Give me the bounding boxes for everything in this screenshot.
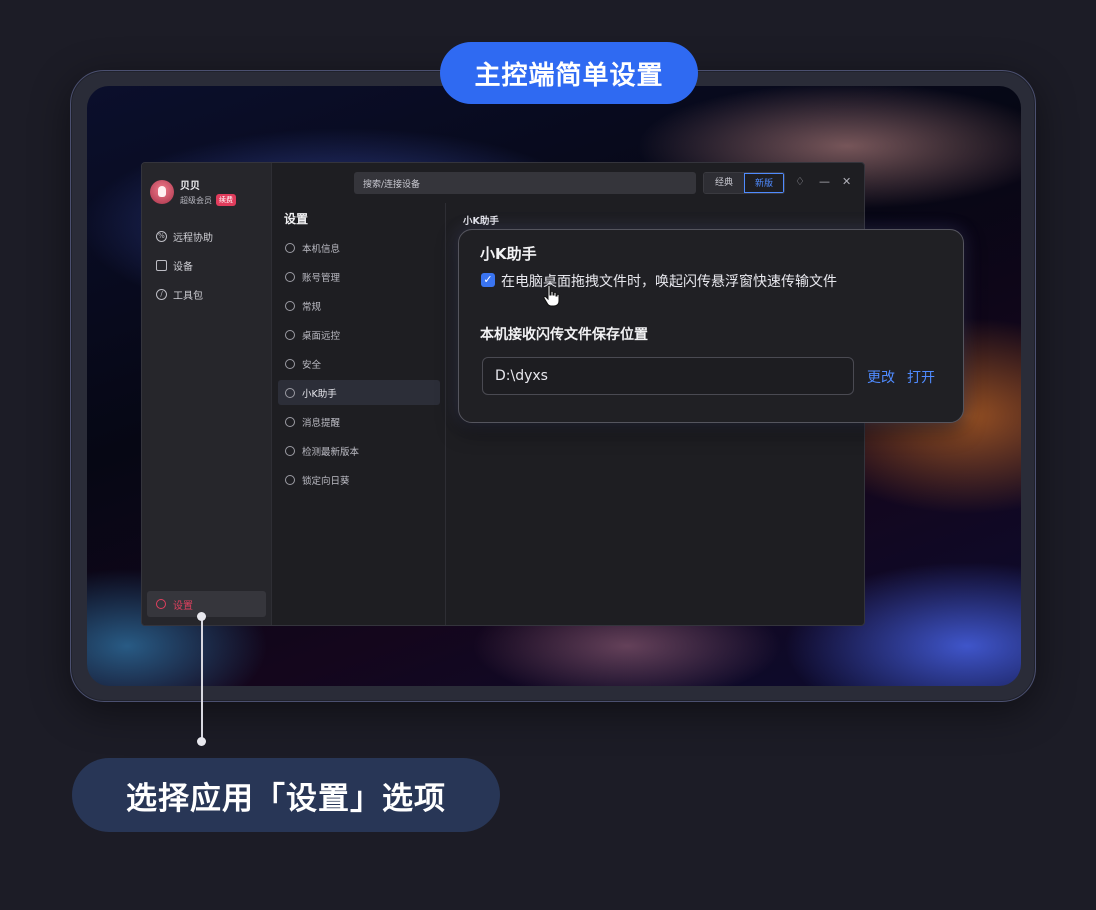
monitor-icon [156, 260, 167, 271]
caption-pill: 选择应用「设置」选项 [72, 758, 500, 832]
settings-item-lock[interactable]: 锁定向日葵 [278, 467, 440, 492]
open-button[interactable]: 打开 [907, 367, 935, 387]
lock-icon [285, 474, 295, 485]
sidebar-item-devices[interactable]: 设备 [156, 258, 193, 273]
sidebar-item-label: 设置 [173, 600, 193, 612]
settings-item-general[interactable]: 常规 [278, 293, 440, 318]
shield-icon [285, 358, 295, 369]
callout-line [201, 616, 203, 742]
sidebar-item-label: 远程协助 [173, 233, 213, 244]
message-icon [285, 416, 295, 427]
bell-icon[interactable]: ♢ [795, 176, 805, 188]
user-name: 贝贝 [180, 181, 200, 192]
gear-icon [156, 599, 166, 609]
avatar[interactable] [150, 179, 174, 204]
renew-badge[interactable]: 续费 [216, 194, 236, 206]
settings-item-device-info[interactable]: 本机信息 [278, 235, 440, 260]
settings-item-label: 桌面远控 [302, 330, 341, 342]
refresh-icon [285, 445, 295, 456]
hand-cursor-icon [543, 284, 560, 307]
settings-item-check-update[interactable]: 检测最新版本 [278, 438, 440, 463]
compass-icon: / [156, 289, 167, 300]
sidebar-item-label: 设备 [173, 262, 193, 273]
sidebar-item-settings[interactable]: 设置 [147, 591, 266, 617]
robot-icon [285, 387, 295, 398]
settings-item-security[interactable]: 安全 [278, 351, 440, 376]
user-profile[interactable]: 贝贝 超级会员 续费 [150, 177, 236, 206]
sidebar-item-toolkit[interactable]: / 工具包 [156, 287, 203, 302]
user-icon [285, 271, 295, 282]
k-assistant-card: 小K助手 ✓ 在电脑桌面拖拽文件时，唤起闪传悬浮窗快速传输文件 本机接收闪传文件… [458, 229, 964, 423]
settings-list-title: 设置 [284, 212, 309, 226]
settings-item-label: 锁定向日葵 [302, 475, 350, 487]
cube-icon [285, 300, 295, 311]
callout-dot-top [197, 612, 206, 621]
settings-item-label: 账号管理 [302, 272, 341, 284]
save-path-field[interactable]: D:\dyxs [482, 357, 854, 395]
card-title: 小K助手 [480, 245, 537, 263]
mode-switch: 经典 新版 [703, 172, 785, 194]
settings-item-label: 检测最新版本 [302, 446, 360, 458]
callout-dot-bottom [197, 737, 206, 746]
content-title: 小K助手 [463, 216, 499, 227]
settings-item-account[interactable]: 账号管理 [278, 264, 440, 289]
settings-item-label: 安全 [302, 359, 322, 371]
settings-list: 设置 本机信息 账号管理 常规 桌面远控 安全 小K助手 消息提醒 检测最新版本… [273, 203, 446, 625]
settings-item-label: 消息提醒 [302, 417, 341, 429]
sidebar-item-remote-assist[interactable]: % 远程协助 [156, 229, 213, 244]
change-button[interactable]: 更改 [867, 367, 895, 387]
close-icon[interactable]: ✕ [842, 176, 851, 188]
title-pill: 主控端简单设置 [440, 42, 698, 104]
settings-item-notifications[interactable]: 消息提醒 [278, 409, 440, 434]
mode-new-tab[interactable]: 新版 [744, 173, 784, 193]
sidebar: 贝贝 超级会员 续费 % 远程协助 设备 / 工具包 设置 [142, 163, 272, 625]
search-input[interactable]: 搜索/连接设备 [354, 172, 696, 194]
membership-label: 超级会员 [180, 195, 212, 205]
settings-item-label: 本机信息 [302, 243, 341, 255]
remote-assist-icon: % [156, 231, 167, 242]
settings-item-desktop-remote[interactable]: 桌面远控 [278, 322, 440, 347]
drag-transfer-checkbox[interactable]: ✓ [481, 273, 495, 287]
settings-item-label: 小K助手 [302, 388, 337, 400]
settings-item-label: 常规 [302, 301, 322, 313]
sidebar-item-label: 工具包 [173, 291, 203, 302]
info-icon [285, 242, 295, 253]
mode-classic-tab[interactable]: 经典 [704, 173, 744, 193]
settings-item-k-assistant[interactable]: 小K助手 [278, 380, 440, 405]
remote-icon [285, 329, 295, 340]
minimize-icon[interactable]: — [819, 176, 830, 188]
save-location-label: 本机接收闪传文件保存位置 [480, 327, 648, 343]
